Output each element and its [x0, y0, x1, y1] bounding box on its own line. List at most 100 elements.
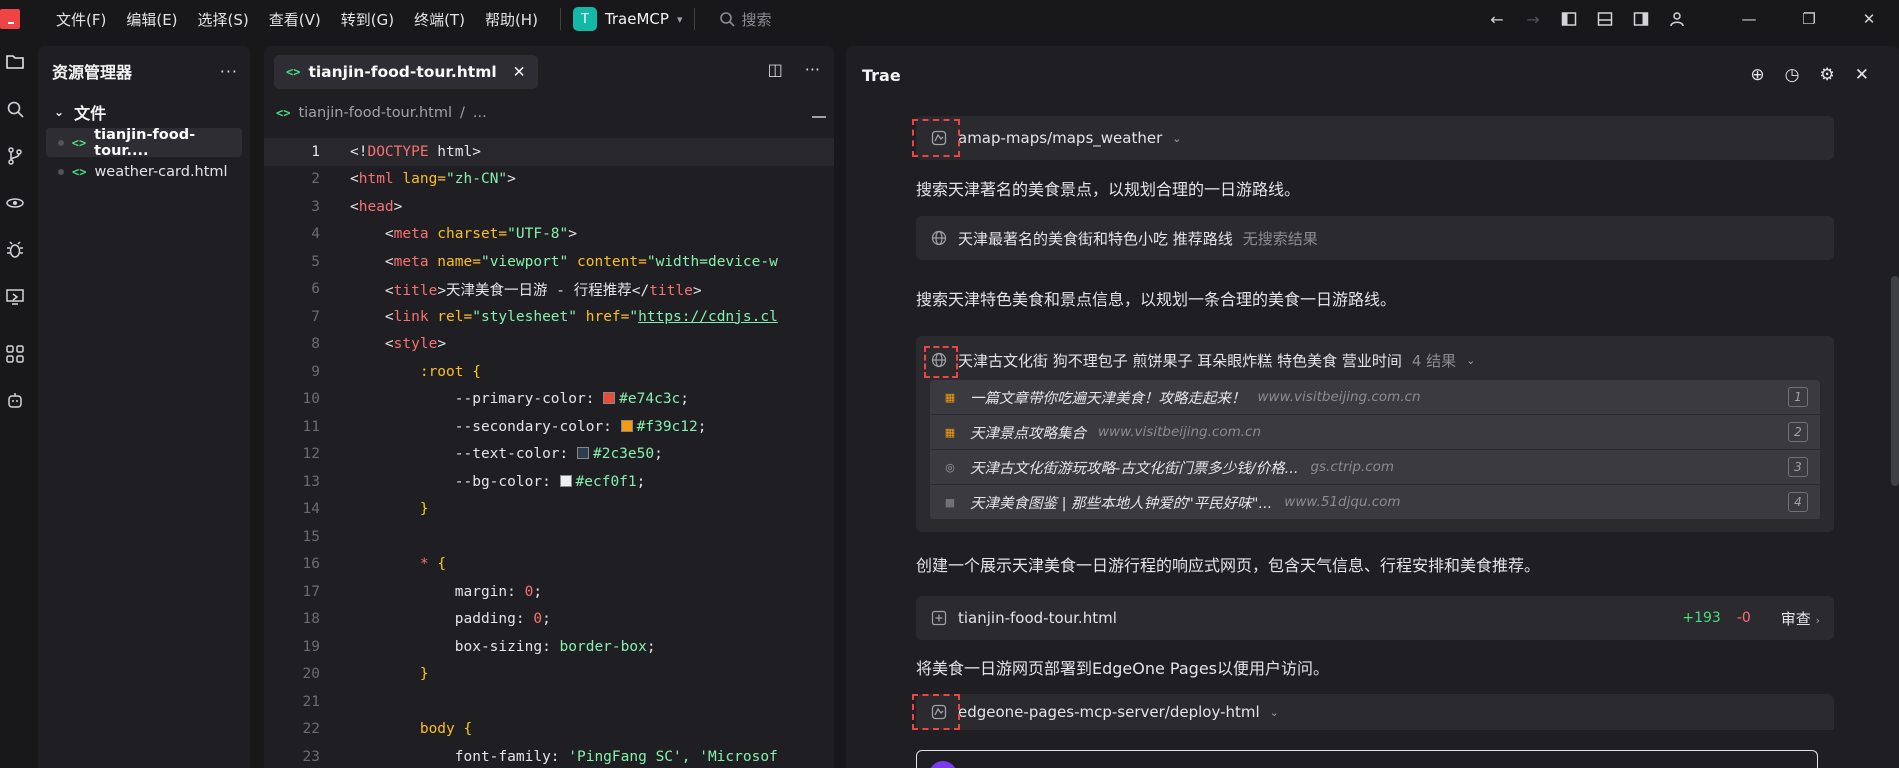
modified-dot-icon [58, 168, 64, 175]
close-window-icon[interactable]: ✕ [1839, 0, 1899, 38]
web-search-results: 天津古文化街 狗不理包子 煎饼果子 耳朵眼炸糕 特色美食 营业时间 4 结果 ⌄… [916, 336, 1834, 532]
tool-output-card[interactable] [916, 750, 1818, 768]
explorer-icon[interactable] [0, 38, 30, 85]
code-line: 9 :root { [311, 363, 481, 380]
new-chat-icon[interactable]: ⊕ [1750, 65, 1764, 85]
web-search-card[interactable]: 天津最著名的美食街和特色小吃 推荐路线 无搜索结果 [916, 216, 1834, 260]
minimize-icon[interactable]: — [1719, 0, 1779, 38]
overview-ruler-mark [812, 116, 826, 118]
account-icon[interactable] [1659, 0, 1695, 38]
chevron-down-icon: ⌄ [1466, 353, 1476, 367]
code-line: 23 font-family: 'PingFang SC', 'Microsof [302, 748, 778, 765]
code-line: 18 padding: 0; [302, 611, 551, 628]
tool-call-card[interactable]: amap-maps/maps_weather ⌄ [912, 116, 1834, 160]
more-actions-icon[interactable]: ··· [805, 60, 820, 79]
review-button[interactable]: 审查 › [1781, 608, 1820, 629]
search-icon[interactable] [0, 85, 30, 132]
code-line: 3 <head> [311, 198, 403, 215]
color-swatch[interactable] [576, 447, 589, 460]
divider [694, 8, 696, 30]
file-item-tianjin-food-tour[interactable]: <> tianjin-food-tour.... [46, 126, 242, 159]
explorer-header: 资源管理器 ··· [38, 46, 250, 96]
title-bar-controls: ← → — ❐ ✕ [1479, 0, 1899, 38]
gear-icon[interactable]: ⚙ [1820, 65, 1835, 85]
site-favicon-icon: ■ [944, 495, 956, 509]
editor-panel: <> tianjin-food-tour.html ✕ ◫ ··· <> tia… [264, 46, 834, 768]
breadcrumb-separator: / [460, 105, 465, 121]
restore-icon[interactable]: ❐ [1779, 0, 1839, 38]
file-name: weather-card.html [94, 163, 228, 180]
menu-file[interactable]: 文件(F) [46, 9, 116, 30]
title-bar: 文件(F) 编辑(E) 选择(S) 查看(V) 转到(G) 终端(T) 帮助(H… [0, 0, 1899, 38]
menu-edit[interactable]: 编辑(E) [116, 9, 187, 30]
lines-added: +193 [1682, 610, 1721, 626]
tool-call-card[interactable]: edgeone-pages-mcp-server/deploy-html ⌄ [912, 694, 1834, 730]
extensions-icon[interactable] [0, 330, 30, 377]
list-item[interactable]: ▦ 一篇文章带你吃遍天津美食！攻略走起来！ www.visitbeijing.c… [930, 380, 1820, 414]
code-area[interactable]: 1 <!DOCTYPE html> 2 <html lang="zh-CN"> 3 <… [264, 138, 834, 768]
color-swatch[interactable] [559, 474, 572, 487]
code-line: 8 <style> [311, 336, 447, 353]
breadcrumb-more[interactable]: ... [473, 105, 487, 121]
search-query: 天津古文化街 狗不理包子 煎饼果子 耳朵眼炸糕 特色美食 营业时间 [958, 351, 1402, 370]
forward-arrow-icon[interactable]: → [1515, 0, 1551, 38]
chat-title: Trae [862, 65, 901, 85]
file-item-weather-card[interactable]: <> weather-card.html [46, 157, 242, 186]
assistant-message: 搜索天津特色美食和景点信息，以规划一条合理的美食一日游路线。 [916, 290, 1397, 309]
back-arrow-icon[interactable]: ← [1479, 0, 1515, 38]
ai-agent-icon[interactable] [0, 377, 30, 424]
code-line: 2 <html lang="zh-CN"> [311, 171, 516, 188]
color-swatch[interactable] [603, 392, 616, 405]
menu-selection[interactable]: 选择(S) [188, 9, 259, 30]
web-search-header[interactable]: 天津古文化街 狗不理包子 煎饼果子 耳朵眼炸糕 特色美食 营业时间 4 结果 ⌄ [924, 340, 1820, 380]
list-item[interactable]: ◎ 天津古文化街游玩攻略-古文化街门票多少钱/价格... gs.ctrip.co… [930, 450, 1820, 484]
more-actions-icon[interactable]: ··· [220, 62, 238, 81]
editor-tab[interactable]: <> tianjin-food-tour.html ✕ [274, 55, 538, 89]
project-badge: T [572, 7, 597, 31]
code-line: 5 <meta name="viewport" content="width=d… [311, 253, 778, 270]
history-icon[interactable]: ◷ [1785, 65, 1800, 85]
globe-icon: ◎ [945, 460, 955, 474]
menu-bar: 文件(F) 编辑(E) 选择(S) 查看(V) 转到(G) 终端(T) 帮助(H… [46, 9, 548, 30]
split-editor-icon[interactable]: ◫ [768, 60, 783, 79]
menu-terminal[interactable]: 终端(T) [404, 9, 475, 30]
debug-icon[interactable] [0, 226, 30, 273]
search-label: 搜索 [741, 10, 772, 29]
breadcrumb-file[interactable]: tianjin-food-tour.html [298, 105, 452, 121]
remote-icon[interactable] [0, 179, 30, 226]
explorer-section-files[interactable]: ⌄ 文件 [38, 96, 250, 128]
source-control-icon[interactable] [0, 132, 30, 179]
toggle-bottom-panel-icon[interactable] [1587, 0, 1623, 38]
menu-view[interactable]: 查看(V) [259, 9, 331, 30]
site-favicon-icon: ▦ [944, 390, 956, 404]
code-line: 19 box-sizing: border-box; [302, 638, 656, 655]
code-line: 15 [302, 528, 320, 545]
list-item[interactable]: ■ 天津美食图鉴 | 那些本地人钟爱的"平民好味"... www.51djqu.… [930, 485, 1820, 519]
assistant-message: 搜索天津著名的美食景点，以规划合理的一日游路线。 [916, 180, 1301, 199]
file-name: tianjin-food-tour.... [94, 126, 196, 159]
code-line: 10 --primary-color: #e74c3c; [302, 391, 690, 408]
scrollbar[interactable] [1891, 276, 1899, 486]
code-line: 4 <meta charset="UTF-8"> [311, 226, 577, 243]
chat-actions: ⊕ ◷ ⚙ ✕ [1750, 65, 1869, 85]
project-switcher[interactable]: T TraeMCP ▾ [572, 7, 682, 31]
close-icon[interactable]: ✕ [1855, 65, 1869, 85]
code-line: 22 body { [302, 721, 473, 738]
file-change-card[interactable]: tianjin-food-tour.html +193 -0 审查 › [916, 596, 1834, 640]
color-swatch[interactable] [620, 419, 633, 432]
code-line: 14 } [302, 501, 429, 518]
chat-header: Trae ⊕ ◷ ⚙ ✕ [846, 46, 1899, 104]
command-search[interactable]: 搜索 [719, 9, 771, 30]
editor-tab-bar: <> tianjin-food-tour.html ✕ ◫ ··· [264, 46, 834, 98]
highlight-box [924, 346, 958, 378]
menu-help[interactable]: 帮助(H) [475, 9, 548, 30]
toggle-right-panel-icon[interactable] [1623, 0, 1659, 38]
list-item[interactable]: ▦ 天津景点攻略集合 www.visitbeijing.com.cn 2 [930, 415, 1820, 449]
toggle-left-panel-icon[interactable] [1551, 0, 1587, 38]
result-list: ▦ 一篇文章带你吃遍天津美食！攻略走起来！ www.visitbeijing.c… [930, 380, 1820, 520]
breadcrumb: <> tianjin-food-tour.html / ... [264, 98, 834, 128]
close-tab-icon[interactable]: ✕ [513, 63, 526, 81]
remote-explorer-icon[interactable] [0, 273, 30, 320]
activity-bar [0, 38, 30, 768]
menu-go[interactable]: 转到(G) [331, 9, 404, 30]
